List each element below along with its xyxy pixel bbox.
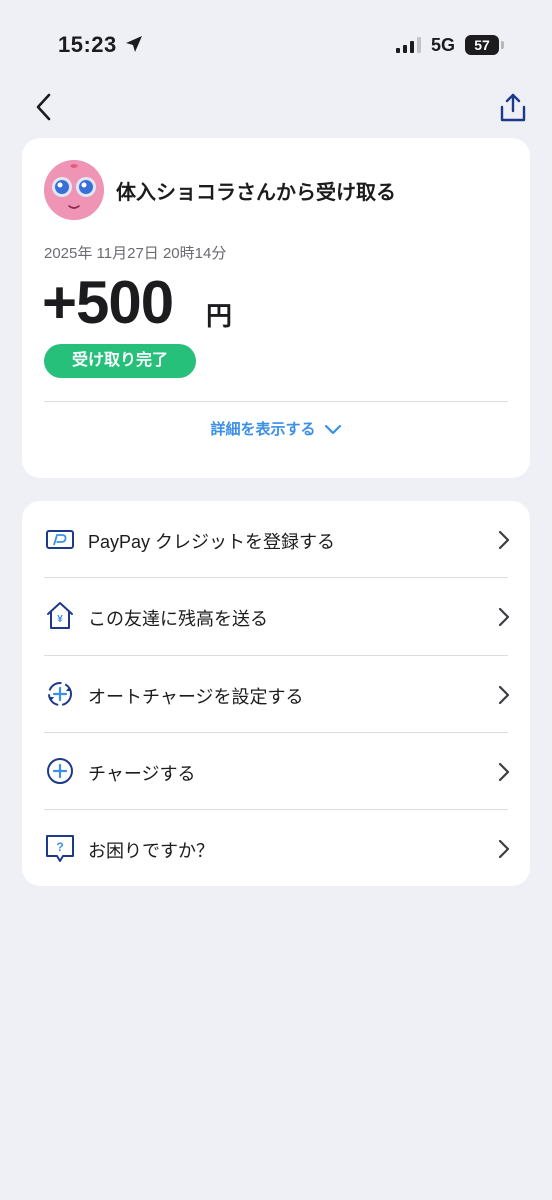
transaction-card: 体入ショコラさんから受け取る 2025年 11月27日 20時14分 +500 …	[22, 138, 530, 478]
chevron-right-icon	[498, 839, 510, 859]
sender-title: 体入ショコラさんから受け取る	[116, 182, 396, 204]
show-details-button[interactable]: 詳細を表示する	[22, 418, 530, 439]
menu-item-label: オートチャージを設定する	[88, 687, 304, 707]
status-badge: 受け取り完了	[44, 344, 196, 378]
menu-item-register-credit[interactable]: PayPay クレジットを登録する	[22, 501, 530, 578]
chevron-right-icon	[498, 530, 510, 550]
help-question-icon: ?	[46, 835, 74, 862]
auto-charge-icon	[48, 682, 72, 706]
svg-text:?: ?	[56, 840, 63, 854]
svg-text:¥: ¥	[57, 614, 63, 625]
location-arrow-icon	[126, 36, 142, 52]
divider	[44, 401, 508, 402]
chevron-right-icon	[498, 685, 510, 705]
signal-icon	[396, 37, 421, 53]
network-type: 5G	[431, 35, 456, 55]
battery-level: 57	[465, 35, 499, 55]
amount-unit: 円	[206, 301, 233, 331]
plus-circle-icon	[47, 758, 73, 784]
avatar-face-icon	[44, 160, 104, 220]
back-chevron-icon[interactable]	[30, 92, 60, 122]
status-time: 15:23	[58, 32, 117, 57]
chevron-right-icon	[498, 607, 510, 627]
credit-card-icon	[46, 530, 74, 549]
amount-value: +500	[42, 269, 174, 336]
show-details-label: 詳細を表示する	[210, 421, 316, 438]
menu-item-label: この友達に残高を送る	[88, 609, 268, 629]
status-bar: 15:23 5G 57	[0, 0, 552, 90]
avatar[interactable]	[44, 160, 104, 220]
battery-icon: 57	[465, 35, 505, 55]
menu-item-send-balance[interactable]: ¥ この友達に残高を送る	[22, 578, 530, 655]
menu-item-charge[interactable]: チャージする	[22, 733, 530, 810]
share-icon[interactable]	[498, 92, 528, 124]
actions-menu: PayPay クレジットを登録する ¥ この友達に残高を送る オートチャージを設…	[22, 501, 530, 886]
menu-item-label: お困りですか？	[88, 841, 214, 861]
send-home-icon: ¥	[47, 602, 73, 629]
menu-item-label: チャージする	[88, 764, 196, 784]
transaction-date: 2025年 11月27日 20時14分	[44, 245, 227, 262]
chevron-down-icon	[324, 424, 341, 435]
menu-item-label: PayPay クレジットを登録する	[88, 532, 336, 552]
chevron-right-icon	[498, 762, 510, 782]
menu-item-help[interactable]: ? お困りですか？	[22, 810, 530, 887]
menu-item-auto-charge[interactable]: オートチャージを設定する	[22, 656, 530, 733]
